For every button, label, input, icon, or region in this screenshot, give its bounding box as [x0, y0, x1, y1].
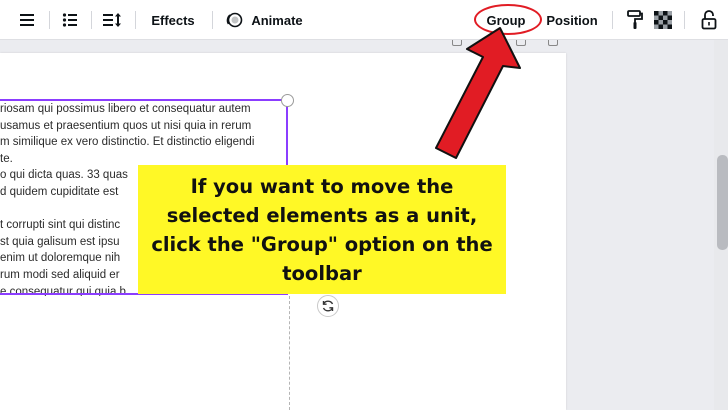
toolbar-divider: [612, 11, 613, 29]
resize-handle[interactable]: [281, 94, 294, 107]
editor-toolbar: Effects Animate Group Position: [0, 0, 728, 40]
animate-button[interactable]: Animate: [249, 0, 305, 40]
group-highlight-ring: [474, 4, 542, 35]
page-control-button[interactable]: [548, 40, 558, 46]
callout-text: If you want to move the selected element…: [151, 174, 493, 285]
toolbar-divider: [135, 11, 136, 29]
alignment-guide: [289, 296, 290, 410]
paint-roller-icon[interactable]: [624, 0, 646, 40]
page-control-button[interactable]: [452, 40, 462, 46]
transparency-icon[interactable]: [652, 0, 674, 40]
toolbar-divider: [684, 11, 685, 29]
toolbar-divider: [212, 11, 213, 29]
page-control-button[interactable]: [516, 40, 526, 46]
page-control-button[interactable]: [486, 40, 496, 46]
list-icon[interactable]: [58, 0, 82, 40]
page-controls: [452, 40, 562, 50]
toolbar-divider: [91, 11, 92, 29]
effects-button[interactable]: Effects: [145, 0, 201, 40]
align-icon[interactable]: [15, 0, 39, 40]
animate-icon[interactable]: [223, 0, 245, 40]
line-spacing-icon[interactable]: [99, 0, 125, 40]
rotate-button[interactable]: [317, 295, 339, 317]
rotate-icon: [322, 300, 334, 312]
position-button[interactable]: Position: [543, 0, 601, 40]
toolbar-divider: [49, 11, 50, 29]
scrollbar-thumb[interactable]: [717, 155, 728, 250]
lock-icon[interactable]: [698, 0, 720, 40]
instruction-callout: If you want to move the selected element…: [138, 165, 506, 294]
